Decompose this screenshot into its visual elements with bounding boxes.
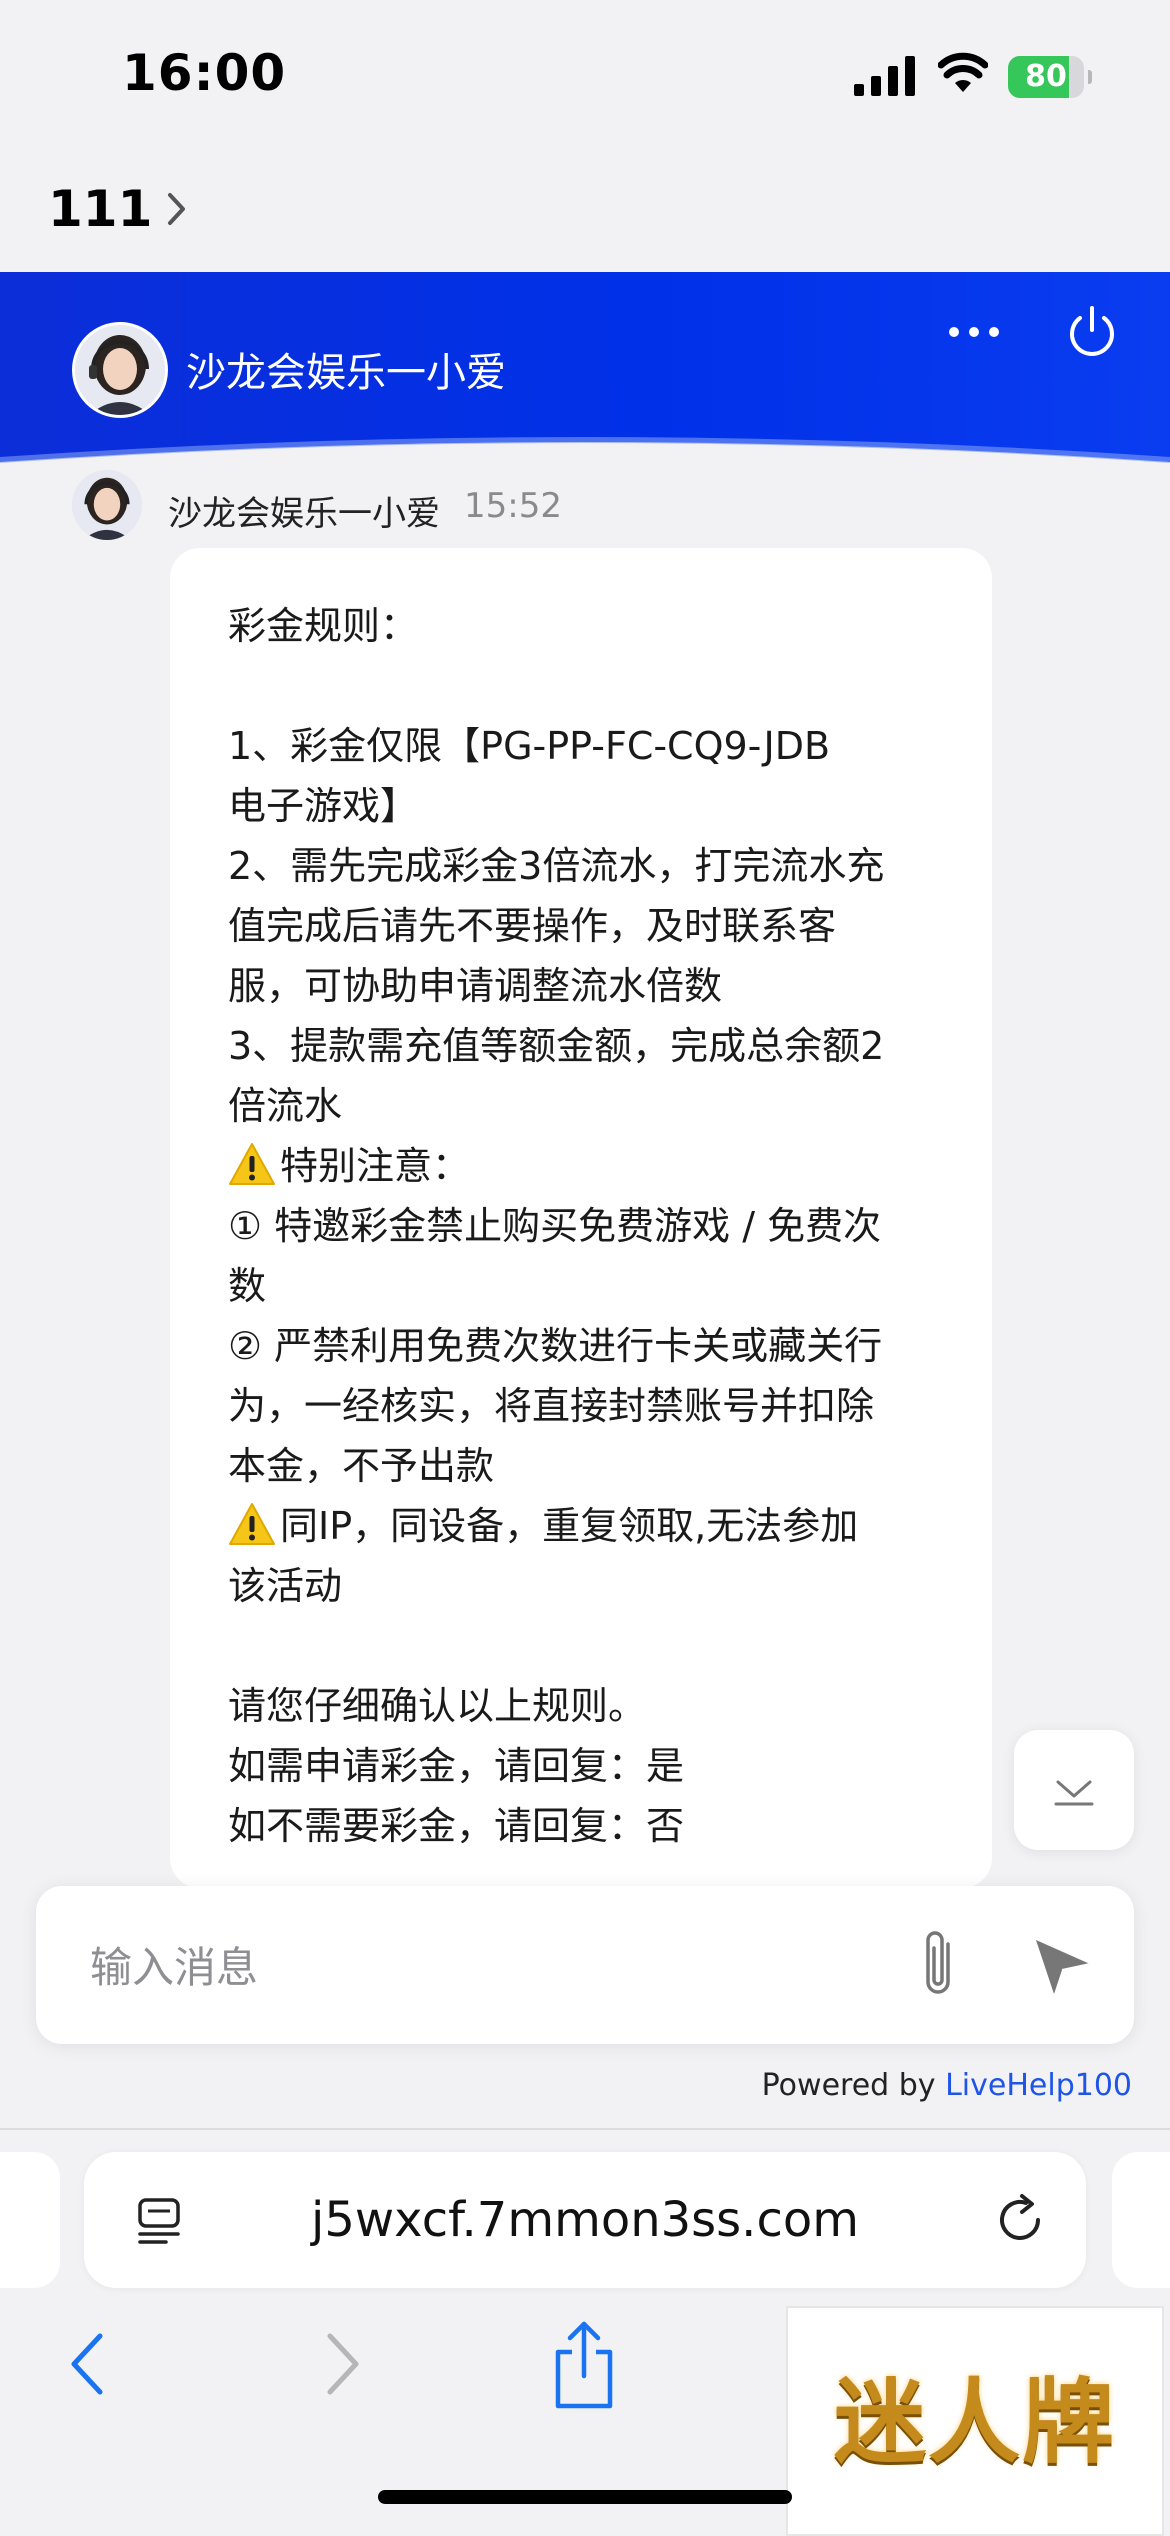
powered-by-prefix: Powered by <box>761 2068 946 2103</box>
message-line: 值完成后请先不要操作，及时联系客 <box>228 904 837 948</box>
message-line: 如不需要彩金，请回复：否 <box>228 1804 685 1848</box>
message-line: 同IP，同设备，重复领取,无法参加 <box>280 1504 859 1548</box>
message-line: 本金，不予出款 <box>228 1444 495 1488</box>
watermark-text: 迷人牌 <box>833 2368 1116 2476</box>
scroll-to-bottom-button[interactable] <box>1014 1730 1134 1850</box>
message-line: 电子游戏】 <box>228 784 419 828</box>
message-body: 彩金规则： 1、彩金仅限【PG-PP-FC-CQ9-JDB 电子游戏】 2、需先… <box>228 596 948 1856</box>
previous-tab-card[interactable] <box>0 2152 60 2288</box>
watermark-logo: 迷人牌 <box>786 2306 1164 2536</box>
home-indicator <box>378 2490 792 2504</box>
chevron-down-icon <box>1054 1780 1094 1806</box>
forward-icon[interactable] <box>318 2330 368 2398</box>
warning-icon <box>229 1503 275 1545</box>
message-line <box>228 1616 948 1676</box>
message-input[interactable] <box>88 1936 872 1998</box>
back-to-app-button[interactable]: 111 <box>48 174 188 244</box>
message-time: 15:52 <box>464 486 562 526</box>
message-avatar <box>72 470 142 540</box>
message-line: 倍流水 <box>228 1084 343 1128</box>
wifi-icon <box>938 52 988 92</box>
agent-name: 沙龙会娱乐一小爱 <box>186 350 506 396</box>
message-line-warning: 同IP，同设备，重复领取,无法参加 <box>228 1496 948 1556</box>
chevron-right-icon <box>168 193 186 225</box>
reload-icon[interactable] <box>992 2192 1048 2248</box>
back-icon[interactable] <box>62 2330 112 2398</box>
divider <box>0 2128 1170 2130</box>
header-wave <box>0 437 1170 482</box>
power-icon[interactable] <box>1066 304 1118 360</box>
send-icon[interactable] <box>1026 1930 1096 2000</box>
message-line: 1、彩金仅限【PG-PP-FC-CQ9-JDB <box>228 724 831 768</box>
reader-icon[interactable] <box>136 2196 186 2246</box>
message-line: 3、提款需充值等额金额，完成总余额2 <box>228 1024 885 1068</box>
warning-icon <box>229 1143 275 1185</box>
paperclip-icon[interactable] <box>908 1924 968 2006</box>
message-line: 该活动 <box>228 1564 343 1608</box>
address-bar[interactable]: j5wxcf.7mmon3ss.com <box>84 2152 1086 2288</box>
more-icon[interactable] <box>944 312 1004 352</box>
chat-header <box>0 272 1170 482</box>
message-line-warning: 特别注意： <box>228 1136 948 1196</box>
battery-icon: 80 <box>1008 56 1092 98</box>
agent-avatar <box>72 322 168 418</box>
message-line: 2、需先完成彩金3倍流水，打完流水充 <box>228 844 885 888</box>
message-composer <box>36 1886 1134 2044</box>
powered-by-link[interactable]: LiveHelp100 <box>945 2068 1132 2103</box>
message-line: 服，可协助申请调整流水倍数 <box>228 964 723 1008</box>
message-line <box>228 656 948 716</box>
message-sender: 沙龙会娱乐一小爱 <box>168 494 440 534</box>
next-tab-card[interactable] <box>1112 2152 1170 2288</box>
message-line: 彩金规则： <box>228 604 419 648</box>
powered-by: Powered by LiveHelp100 <box>762 2068 1132 2103</box>
share-icon[interactable] <box>548 2318 620 2410</box>
battery-level: 80 <box>1025 59 1067 94</box>
back-app-label: 111 <box>48 180 153 238</box>
message-line: 如需申请彩金，请回复：是 <box>228 1744 685 1788</box>
signal-icon <box>854 56 915 96</box>
message-line: 为，一经核实，将直接封禁账号并扣除 <box>228 1384 875 1428</box>
message-line: 请您仔细确认以上规则。 <box>228 1684 647 1728</box>
status-time: 16:00 <box>122 44 287 102</box>
url-text[interactable]: j5wxcf.7mmon3ss.com <box>84 2152 1086 2288</box>
message-line: 特别注意： <box>280 1144 471 1188</box>
message-line: 数 <box>228 1264 267 1308</box>
message-line: ① 特邀彩金禁止购买免费游戏 / 免费次 <box>228 1204 882 1248</box>
message-line: ② 严禁利用免费次数进行卡关或藏关行 <box>228 1324 883 1368</box>
